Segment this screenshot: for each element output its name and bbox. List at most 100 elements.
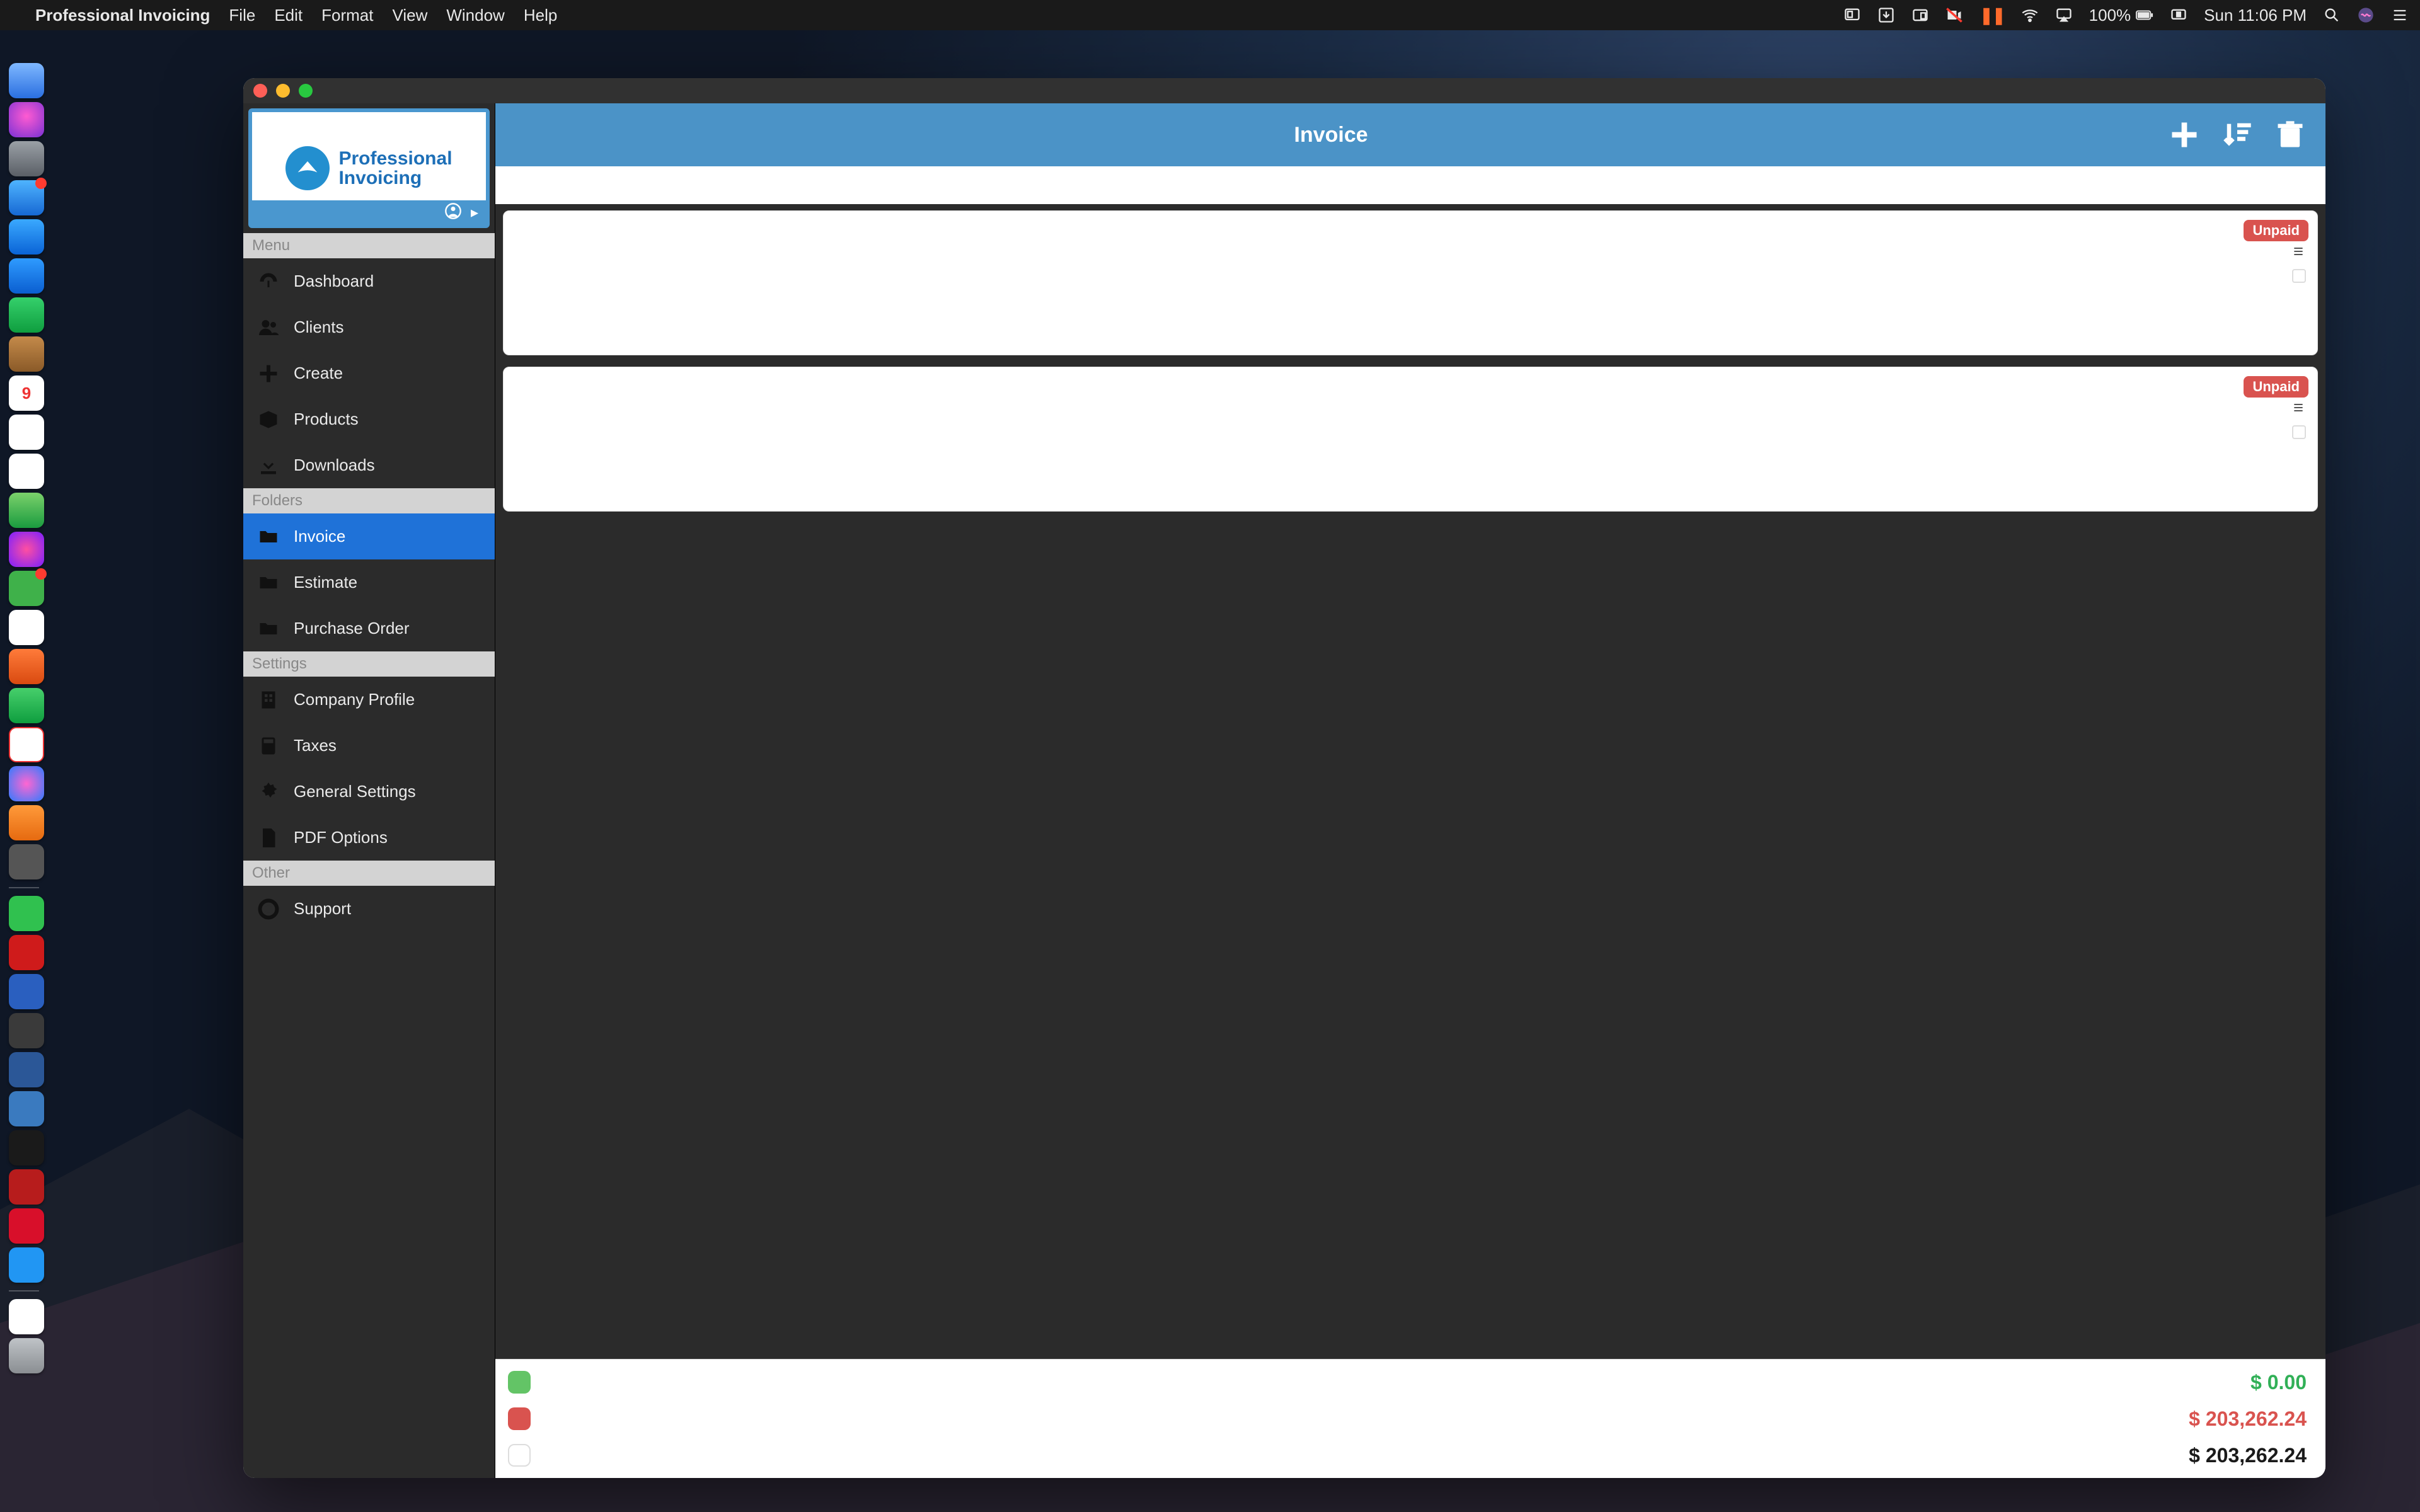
dock-news-icon[interactable] bbox=[9, 727, 44, 762]
dock-launchpad-icon[interactable] bbox=[9, 141, 44, 176]
notification-center-icon[interactable] bbox=[2391, 6, 2409, 24]
brand-card-footer: ▸ bbox=[252, 200, 486, 224]
sidebar-item-pdf-options[interactable]: PDF Options bbox=[243, 815, 495, 861]
sidebar-item-support[interactable]: Support bbox=[243, 886, 495, 932]
dock-contacts-icon[interactable] bbox=[9, 336, 44, 372]
dock-current-app-icon[interactable] bbox=[9, 1247, 44, 1283]
status-download-icon[interactable] bbox=[1877, 6, 1895, 24]
siri-icon[interactable] bbox=[2357, 6, 2375, 24]
dock-whatsapp-icon[interactable] bbox=[9, 896, 44, 931]
totals-row-paid: $ 0.00 bbox=[508, 1368, 2307, 1396]
dock-app2-icon[interactable] bbox=[9, 935, 44, 970]
brand-logo-icon bbox=[285, 146, 330, 190]
window-zoom-button[interactable] bbox=[299, 84, 313, 98]
sidebar-group-folders-header: Folders bbox=[243, 488, 495, 513]
sort-button[interactable] bbox=[2217, 115, 2257, 155]
mac-dock: 9 bbox=[4, 60, 49, 1504]
dock-numbers-icon[interactable] bbox=[9, 688, 44, 723]
dock-app8-icon[interactable] bbox=[9, 1208, 44, 1244]
dock-photos-icon[interactable] bbox=[9, 532, 44, 567]
sidebar-item-taxes[interactable]: Taxes bbox=[243, 723, 495, 769]
invoice-list[interactable]: Unpaid Unpaid bbox=[495, 204, 2325, 1359]
menu-edit[interactable]: Edit bbox=[274, 6, 302, 25]
dock-calendar-icon[interactable]: 9 bbox=[9, 375, 44, 411]
dock-mail-icon[interactable] bbox=[9, 219, 44, 255]
window-minimize-button[interactable] bbox=[276, 84, 290, 98]
dock-preferences-icon[interactable] bbox=[9, 844, 44, 879]
dock-app-icon[interactable] bbox=[9, 571, 44, 606]
status-airplay-icon[interactable] bbox=[2055, 6, 2073, 24]
menu-format[interactable]: Format bbox=[321, 6, 373, 25]
menu-file[interactable]: File bbox=[229, 6, 255, 25]
folder-icon bbox=[257, 525, 280, 548]
list-filter-bar[interactable] bbox=[495, 166, 2325, 204]
sidebar-item-dashboard[interactable]: Dashboard bbox=[243, 258, 495, 304]
card-menu-icon[interactable] bbox=[2292, 245, 2305, 261]
status-pause-icon[interactable]: ❚❚ bbox=[1979, 6, 2005, 25]
invoice-card[interactable]: Unpaid bbox=[503, 210, 2318, 355]
dock-siri-icon[interactable] bbox=[9, 102, 44, 137]
spotlight-icon[interactable] bbox=[2323, 6, 2341, 24]
sidebar-item-create[interactable]: Create bbox=[243, 350, 495, 396]
dock-notes-icon[interactable] bbox=[9, 415, 44, 450]
delete-button[interactable] bbox=[2270, 115, 2310, 155]
sidebar-item-label: Estimate bbox=[294, 573, 357, 592]
dock-app4-icon[interactable] bbox=[9, 1013, 44, 1048]
brand-name: Professional Invoicing bbox=[338, 149, 452, 188]
card-select-checkbox[interactable] bbox=[2292, 425, 2306, 439]
sidebar-item-purchase-order[interactable]: Purchase Order bbox=[243, 605, 495, 651]
dock-document-icon[interactable] bbox=[9, 1299, 44, 1334]
status-layout-icon[interactable] bbox=[1843, 6, 1861, 24]
status-window-icon[interactable] bbox=[1911, 6, 1929, 24]
download-icon bbox=[257, 454, 280, 477]
dock-ibooks-icon[interactable] bbox=[9, 805, 44, 840]
dock-messages-icon[interactable] bbox=[9, 297, 44, 333]
plus-icon bbox=[257, 362, 280, 385]
dock-app7-icon[interactable] bbox=[9, 1169, 44, 1205]
dock-textedit-icon[interactable] bbox=[9, 610, 44, 645]
menubar-app-name[interactable]: Professional Invoicing bbox=[35, 6, 210, 25]
card-select-checkbox[interactable] bbox=[2292, 269, 2306, 283]
dock-safari-icon[interactable] bbox=[9, 180, 44, 215]
sidebar-item-clients[interactable]: Clients bbox=[243, 304, 495, 350]
sidebar-item-products[interactable]: Products bbox=[243, 396, 495, 442]
chevron-right-icon[interactable]: ▸ bbox=[471, 203, 478, 222]
sidebar-item-label: Create bbox=[294, 364, 343, 383]
status-clock[interactable]: Sun 11:06 PM bbox=[2204, 6, 2307, 25]
menu-window[interactable]: Window bbox=[446, 6, 504, 25]
add-invoice-button[interactable] bbox=[2164, 115, 2204, 155]
window-titlebar[interactable] bbox=[243, 78, 2325, 103]
sidebar-item-downloads[interactable]: Downloads bbox=[243, 442, 495, 488]
dock-itunes-icon[interactable] bbox=[9, 766, 44, 801]
dock-app6-icon[interactable] bbox=[9, 1130, 44, 1166]
window-close-button[interactable] bbox=[253, 84, 267, 98]
dock-keynote-icon[interactable] bbox=[9, 649, 44, 684]
status-wifi-icon[interactable] bbox=[2021, 6, 2039, 24]
dock-app3-icon[interactable] bbox=[9, 974, 44, 1009]
battery-icon[interactable] bbox=[2136, 6, 2153, 24]
status-badge: Unpaid bbox=[2244, 220, 2308, 241]
dock-appstore-icon[interactable] bbox=[9, 258, 44, 294]
account-icon[interactable] bbox=[444, 202, 462, 223]
totals-paid-value: $ 0.00 bbox=[2250, 1371, 2307, 1394]
dock-trash-icon[interactable] bbox=[9, 1338, 44, 1373]
sidebar-item-company-profile[interactable]: Company Profile bbox=[243, 677, 495, 723]
dock-separator bbox=[9, 887, 39, 888]
dock-finder-icon[interactable] bbox=[9, 63, 44, 98]
sidebar-item-general-settings[interactable]: General Settings bbox=[243, 769, 495, 815]
status-video-off-icon[interactable] bbox=[1945, 6, 1963, 24]
sidebar-item-invoice[interactable]: Invoice bbox=[243, 513, 495, 559]
dock-reminders-icon[interactable] bbox=[9, 454, 44, 489]
dock-word-icon[interactable] bbox=[9, 1052, 44, 1087]
status-tv-icon[interactable] bbox=[2170, 6, 2187, 24]
dock-maps-icon[interactable] bbox=[9, 493, 44, 528]
sidebar-item-estimate[interactable]: Estimate bbox=[243, 559, 495, 605]
sidebar-item-label: Invoice bbox=[294, 527, 345, 546]
page-title: Invoice bbox=[510, 123, 2152, 147]
dock-app5-icon[interactable] bbox=[9, 1091, 44, 1126]
card-menu-icon[interactable] bbox=[2292, 401, 2305, 417]
menu-help[interactable]: Help bbox=[524, 6, 557, 25]
totals-all-value: $ 203,262.24 bbox=[2189, 1444, 2307, 1467]
menu-view[interactable]: View bbox=[392, 6, 427, 25]
invoice-card[interactable]: Unpaid bbox=[503, 367, 2318, 512]
